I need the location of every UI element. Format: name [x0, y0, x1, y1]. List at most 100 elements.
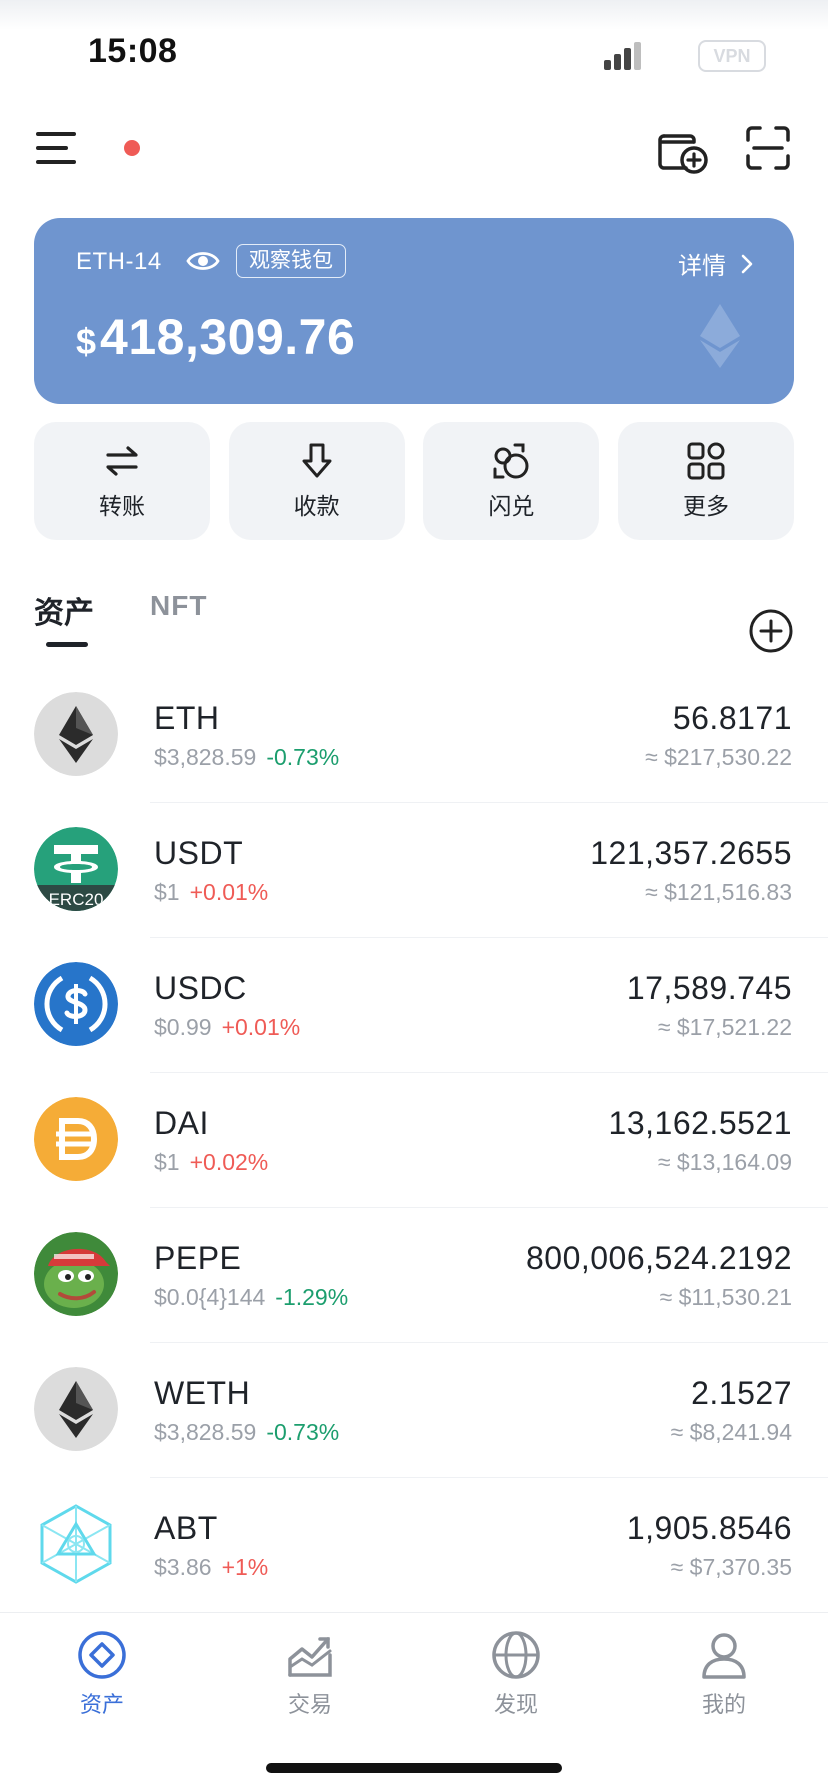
- token-row-dai[interactable]: DAI $1 +0.02% 13,162.5521 ≈ $13,164.09: [0, 1073, 828, 1208]
- token-amount: 800,006,524.2192: [525, 1240, 792, 1276]
- status-time: 15:08: [88, 32, 178, 70]
- nav-profile-label: 我的: [701, 1692, 746, 1717]
- token-symbol: ABT: [154, 1510, 218, 1546]
- token-value: ≈ $11,530.21: [659, 1284, 792, 1310]
- token-price: $3,828.59: [154, 1419, 257, 1445]
- token-price-line: $3,828.59 -0.73%: [154, 1419, 339, 1446]
- token-price-line: $3,828.59 -0.73%: [154, 744, 339, 771]
- token-amount: 121,357.2655: [590, 835, 792, 871]
- nav-discover[interactable]: 发现: [456, 1629, 576, 1719]
- nav-trade[interactable]: 交易: [250, 1629, 370, 1719]
- balance-value: 418,309.76: [100, 309, 356, 365]
- dai-icon: [34, 1097, 118, 1181]
- token-row-abt[interactable]: ABT $3.86 +1% 1,905.8546 ≈ $7,370.35: [0, 1478, 828, 1613]
- token-symbol: ETH: [154, 700, 220, 736]
- add-token-icon[interactable]: [748, 608, 794, 654]
- token-change: +0.01%: [189, 879, 269, 905]
- asset-tabs: 资产 NFT: [34, 588, 794, 653]
- token-price-line: $0.0{4}144 -1.29%: [154, 1284, 348, 1311]
- nav-assets-label: 资产: [79, 1692, 124, 1717]
- token-change: -0.73%: [266, 1419, 340, 1445]
- token-amount: 13,162.5521: [608, 1105, 792, 1141]
- bottom-nav: 资产 交易 发现 我的: [0, 1612, 828, 1792]
- notification-dot: [124, 140, 140, 156]
- usdt-icon-label: ERC20: [49, 890, 104, 909]
- token-change: +1%: [221, 1554, 269, 1580]
- tab-nft[interactable]: NFT: [150, 590, 207, 622]
- token-row-weth[interactable]: WETH $3,828.59 -0.73% 2.1527 ≈ $8,241.94: [0, 1343, 828, 1478]
- token-change: -1.29%: [275, 1284, 349, 1310]
- token-price: $1: [154, 1149, 180, 1175]
- token-amount: 17,589.745: [626, 970, 792, 1006]
- pepe-icon: [34, 1232, 118, 1316]
- nav-assets[interactable]: 资产: [42, 1629, 162, 1719]
- assets-icon: [78, 1631, 126, 1679]
- token-value: ≈ $17,521.22: [657, 1014, 792, 1040]
- token-row-eth[interactable]: ETH $3,828.59 -0.73% 56.8171 ≈ $217,530.…: [0, 668, 828, 803]
- token-change: -0.73%: [266, 744, 340, 770]
- token-value: ≈ $7,370.35: [670, 1554, 792, 1580]
- profile-icon: [702, 1633, 746, 1679]
- token-price: $0.99: [154, 1014, 212, 1040]
- more-button[interactable]: 更多: [617, 422, 794, 540]
- token-price: $1: [154, 879, 180, 905]
- receive-icon: [302, 443, 332, 478]
- abt-icon: [40, 1504, 112, 1584]
- weth-icon: [34, 1367, 118, 1451]
- token-row-usdc[interactable]: USDC $0.99 +0.01% 17,589.745 ≈ $17,521.2…: [0, 938, 828, 1073]
- token-row-usdt[interactable]: ERC20 USDT $1 +0.01% 121,357.2655 ≈ $121…: [0, 803, 828, 938]
- eye-icon[interactable]: [186, 248, 220, 274]
- token-value: ≈ $121,516.83: [645, 879, 792, 905]
- wallet-card[interactable]: ETH-14 观察钱包 详情 $ 418,309.76: [34, 218, 794, 404]
- token-price-line: $1 +0.01%: [154, 879, 268, 906]
- wallet-name: ETH-14: [76, 248, 162, 275]
- token-price: $3,828.59: [154, 744, 257, 770]
- menu-icon[interactable]: [36, 128, 82, 168]
- nav-discover-label: 发现: [493, 1692, 538, 1717]
- token-list: ETH $3,828.59 -0.73% 56.8171 ≈ $217,530.…: [0, 668, 828, 1613]
- discover-globe-icon: [492, 1631, 540, 1679]
- tab-active-indicator: [46, 642, 88, 647]
- status-bar: 15:08 VPN: [0, 0, 828, 100]
- receive-label: 收款: [293, 493, 340, 519]
- token-price-line: $0.99 +0.01%: [154, 1014, 300, 1041]
- balance-currency: $: [76, 321, 97, 362]
- token-amount: 56.8171: [672, 700, 792, 736]
- swap-button[interactable]: 闪兑: [423, 422, 600, 540]
- token-value: ≈ $217,530.22: [645, 744, 792, 770]
- eth-icon: [34, 692, 118, 776]
- vpn-indicator: VPN: [698, 40, 766, 72]
- more-grid-icon: [687, 442, 725, 480]
- token-amount: 1,905.8546: [626, 1510, 792, 1546]
- tab-assets[interactable]: 资产: [34, 588, 94, 632]
- token-row-pepe[interactable]: PEPE $0.0{4}144 -1.29% 800,006,524.2192 …: [0, 1208, 828, 1343]
- transfer-label: 转账: [99, 493, 145, 519]
- token-price: $3.86: [154, 1554, 212, 1580]
- token-price-line: $3.86 +1%: [154, 1554, 268, 1581]
- nav-profile[interactable]: 我的: [664, 1629, 784, 1719]
- scan-icon[interactable]: [744, 124, 792, 172]
- wallet-add-icon[interactable]: [656, 124, 710, 176]
- transfer-icon: [106, 446, 138, 476]
- more-label: 更多: [682, 493, 729, 519]
- top-nav: [0, 110, 828, 190]
- token-value: ≈ $8,241.94: [670, 1419, 792, 1445]
- token-symbol: USDT: [154, 835, 244, 871]
- wallet-detail-link[interactable]: 详情: [678, 246, 754, 281]
- watch-wallet-badge: 观察钱包: [236, 244, 346, 278]
- token-symbol: PEPE: [154, 1240, 242, 1276]
- swap-icon: [493, 443, 529, 479]
- token-symbol: USDC: [154, 970, 247, 1006]
- signal-icon: [604, 42, 646, 70]
- home-indicator: [266, 1763, 562, 1773]
- nav-trade-label: 交易: [287, 1692, 332, 1717]
- trade-chart-icon: [288, 1637, 332, 1677]
- token-value: ≈ $13,164.09: [657, 1149, 792, 1175]
- chevron-right-icon: [741, 254, 753, 273]
- transfer-button[interactable]: 转账: [34, 422, 210, 540]
- receive-button[interactable]: 收款: [228, 422, 405, 540]
- token-price: $0.0{4}144: [154, 1284, 266, 1310]
- usdt-icon: ERC20: [34, 827, 118, 911]
- token-price-line: $1 +0.02%: [154, 1149, 268, 1176]
- eth-watermark-icon: [700, 304, 740, 368]
